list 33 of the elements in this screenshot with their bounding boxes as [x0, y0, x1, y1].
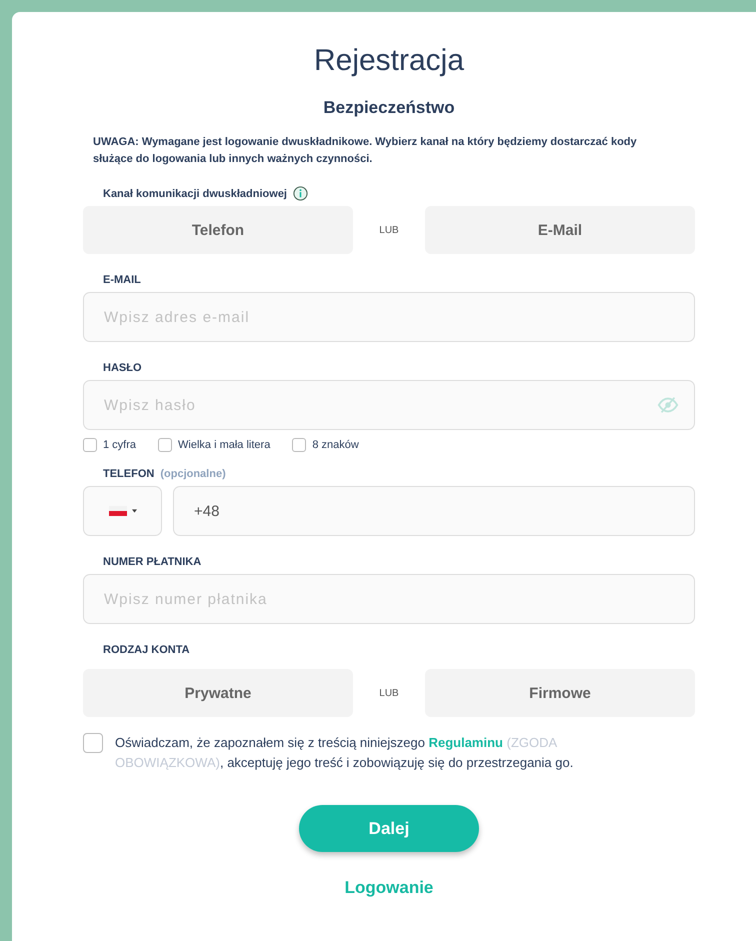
email-field[interactable]: Wpisz adres e-mail: [83, 292, 695, 342]
checkbox[interactable]: [158, 438, 172, 452]
caret-icon: [132, 509, 136, 513]
password-field[interactable]: Wpisz hasło: [83, 380, 695, 430]
page-title: Rejestracja: [312, 43, 466, 79]
rule-label: 1 cyfra: [103, 439, 136, 451]
rule-label: Wielka i mała litera: [178, 439, 270, 451]
optional-hint: (opcjonalne): [160, 468, 226, 480]
field-label: Kanał komunikacji dwuskładniowej: [103, 188, 287, 200]
notice-text: UWAGA: Wymagane jest logowanie dwuskładnikowe. Wybierz kanał na który będziemy dostarczać kody służące do logowania lub innych ważnych czynności.: [92, 135, 638, 167]
checkbox[interactable]: [83, 438, 97, 452]
eye-off-icon[interactable]: [657, 394, 679, 416]
section-title: Bezpieczeństwo: [322, 98, 456, 118]
payer-number-field[interactable]: Wpisz numer płatnika: [83, 574, 695, 624]
checkbox[interactable]: [83, 733, 103, 753]
country-select[interactable]: [83, 486, 162, 536]
info-icon[interactable]: [293, 186, 308, 201]
field-label: NUMER PŁATNIKA: [103, 556, 202, 568]
checkbox[interactable]: [292, 438, 306, 452]
consent-text: Oświadczam, że zapoznałem się z treścią niniejszego Regulaminu (ZGODA OBOWIĄZKOWA), akceptuję jego treść i zobowiązuję się do przestrzegania go.: [115, 734, 574, 772]
phone-field[interactable]: +48: [173, 486, 695, 536]
channel-option[interactable]: Telefon: [83, 206, 353, 254]
account-type-option[interactable]: Prywatne: [83, 669, 353, 717]
field-label: TELEFON: [103, 468, 154, 480]
rule-label: 8 znaków: [312, 439, 359, 451]
field-label: E-MAIL: [103, 274, 141, 286]
flag-icon: [108, 506, 126, 516]
or-label: LUB: [378, 688, 400, 698]
field-label: HASŁO: [103, 362, 142, 374]
or-label: LUB: [378, 224, 400, 236]
account-type-option[interactable]: Firmowe: [425, 669, 695, 717]
channel-option[interactable]: E-Mail: [425, 206, 695, 254]
field-label: RODZAJ KONTA: [103, 644, 190, 656]
